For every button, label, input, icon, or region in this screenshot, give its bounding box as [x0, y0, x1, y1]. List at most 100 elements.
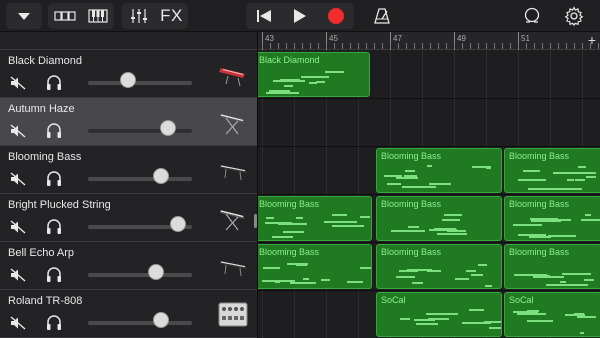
region[interactable]: Blooming Bass — [504, 148, 600, 193]
midi-note — [470, 274, 483, 277]
region[interactable]: SoCal — [504, 292, 600, 337]
midi-note — [323, 221, 358, 224]
mute-speaker-icon[interactable] — [10, 124, 26, 138]
midi-note — [488, 326, 501, 329]
metronome-button[interactable] — [368, 3, 396, 29]
midi-note — [284, 85, 293, 88]
midi-note — [403, 175, 417, 178]
midi-note — [387, 182, 402, 185]
tracks-view-button[interactable] — [51, 3, 79, 29]
midi-note — [443, 213, 463, 216]
ruler-tick — [334, 43, 335, 49]
midi-note — [583, 279, 595, 282]
midi-note — [278, 222, 308, 225]
volume-slider-knob[interactable] — [152, 312, 169, 328]
keyboard-button[interactable] — [84, 3, 112, 29]
track-header-bell-echo-arp[interactable]: Bell Echo Arp — [0, 242, 257, 290]
track-header-blooming-bass[interactable]: Blooming Bass — [0, 146, 257, 194]
track-name: Autumn Haze — [8, 103, 75, 115]
track-header-roland-tr-808[interactable]: Roland TR-808 — [0, 290, 257, 338]
headphones-icon[interactable] — [45, 266, 63, 284]
midi-note — [523, 169, 541, 172]
headphones-icon[interactable] — [45, 122, 63, 140]
volume-slider-knob[interactable] — [119, 72, 136, 88]
ruler-tick — [510, 43, 511, 49]
midi-note — [413, 229, 426, 232]
track-header-black-diamond[interactable]: Black Diamond — [0, 50, 257, 98]
region-label: Blooming Bass — [381, 247, 442, 257]
region[interactable]: Blooming Bass — [504, 196, 600, 241]
region[interactable]: Black Diamond — [258, 52, 370, 97]
midi-note — [399, 317, 410, 320]
rewind-icon — [257, 10, 271, 22]
fx-button[interactable]: FX — [158, 3, 186, 29]
region[interactable]: Blooming Bass — [376, 148, 502, 193]
mute-speaker-icon[interactable] — [10, 76, 26, 90]
midi-note — [325, 70, 345, 73]
midi-note — [577, 172, 596, 175]
volume-slider-track[interactable] — [88, 273, 192, 277]
volume-slider-knob[interactable] — [152, 168, 169, 184]
ruler-bar-number: 47 — [393, 34, 402, 43]
region[interactable]: Blooming Bass — [258, 196, 372, 241]
volume-slider-track[interactable] — [88, 129, 192, 133]
track-list-scroll-indicator[interactable] — [254, 214, 257, 228]
go-to-beginning-button[interactable] — [250, 3, 278, 29]
midi-note — [518, 179, 546, 182]
track-header-autumn-haze[interactable]: Autumn Haze — [0, 98, 257, 146]
region-label: Black Diamond — [259, 55, 320, 65]
volume-slider-knob[interactable] — [147, 264, 164, 280]
fx-label: FX — [160, 6, 183, 25]
region-label: Blooming Bass — [509, 247, 570, 257]
loop-browser-button[interactable] — [518, 3, 546, 29]
record-icon — [328, 8, 344, 24]
ruler-tick — [502, 43, 503, 49]
volume-slider-track[interactable] — [88, 177, 192, 181]
midi-note — [395, 177, 418, 180]
ruler-tick — [374, 43, 375, 49]
gear-icon — [564, 6, 584, 26]
region[interactable]: Blooming Bass — [504, 244, 600, 289]
volume-slider-knob[interactable] — [170, 216, 187, 232]
region[interactable]: Blooming Bass — [376, 244, 502, 289]
volume-slider-knob[interactable] — [160, 120, 177, 136]
lane-divider — [258, 146, 600, 147]
region[interactable]: Blooming Bass — [258, 244, 372, 289]
settings-button[interactable] — [560, 3, 588, 29]
volume-slider-track[interactable] — [88, 321, 192, 325]
keyboard-stand-icon — [220, 114, 244, 135]
dropdown-menu-button[interactable] — [10, 3, 38, 29]
control-bar: FX — [0, 0, 600, 32]
region[interactable]: Blooming Bass — [376, 196, 502, 241]
mute-speaker-icon[interactable] — [10, 268, 26, 282]
headphones-icon[interactable] — [45, 314, 63, 332]
region-label: Blooming Bass — [509, 151, 570, 161]
ruler-tick — [342, 43, 343, 49]
midi-note — [290, 282, 316, 285]
record-button[interactable] — [322, 3, 350, 29]
mixer-fx-group: FX — [122, 3, 188, 29]
midi-note — [466, 270, 477, 273]
play-icon — [294, 9, 306, 23]
ruler-tick — [302, 43, 303, 49]
ruler-tick — [422, 43, 423, 49]
ruler-tick — [294, 43, 295, 49]
midi-note — [309, 82, 317, 85]
mute-speaker-icon[interactable] — [10, 316, 26, 330]
headphones-icon[interactable] — [45, 170, 63, 188]
play-button[interactable] — [286, 3, 314, 29]
ruler-tick — [406, 43, 407, 49]
mixer-button[interactable] — [125, 3, 153, 29]
bar-ruler[interactable]: + 43 45 47 49 51 — [258, 32, 600, 50]
mute-speaker-icon[interactable] — [10, 220, 26, 234]
region[interactable]: SoCal — [376, 292, 502, 337]
volume-slider-track[interactable] — [88, 81, 192, 85]
track-header-bright-plucked-string[interactable]: Bright Plucked String — [0, 194, 257, 242]
mute-speaker-icon[interactable] — [10, 172, 26, 186]
midi-note — [535, 313, 547, 316]
triangle-down-icon — [18, 12, 30, 20]
tracks-area[interactable]: + 43 45 47 49 51 Black Diamond Blooming Bass B… — [258, 32, 600, 338]
headphones-icon[interactable] — [45, 218, 63, 236]
track-name: Roland TR-808 — [8, 295, 83, 307]
headphones-icon[interactable] — [45, 74, 63, 92]
